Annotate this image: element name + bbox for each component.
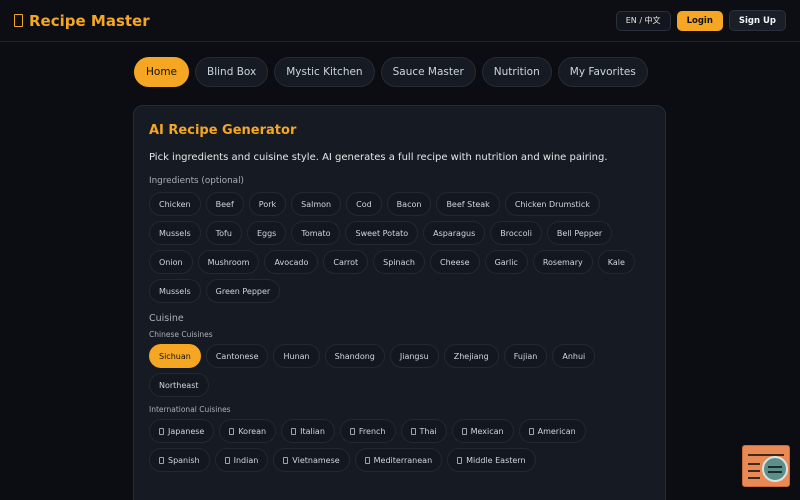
assistant-avatar-icon: [762, 456, 788, 482]
cuisine-chip[interactable]: Anhui: [552, 344, 596, 368]
tab-home[interactable]: Home: [134, 57, 190, 87]
ingredient-chip[interactable]: Bell Pepper: [546, 221, 613, 245]
ingredient-chip[interactable]: Spinach: [373, 250, 425, 274]
ingredient-chip[interactable]: Asparagus: [423, 221, 486, 245]
cuisine-chip[interactable]: Hunan: [273, 344, 320, 368]
cuisine-chip[interactable]: French: [339, 419, 396, 443]
flag-icon: [291, 427, 297, 435]
cuisine-chip[interactable]: Spanish: [149, 448, 210, 472]
login-button[interactable]: Login: [676, 10, 723, 31]
cuisine-chip[interactable]: Vietnamese: [273, 448, 350, 472]
avatar-bar: [768, 466, 782, 468]
ingredient-chip[interactable]: Garlic: [484, 250, 528, 274]
cuisine-chip[interactable]: Italian: [281, 419, 335, 443]
cuisine-chip[interactable]: Shandong: [324, 344, 385, 368]
ingredient-chip[interactable]: Beef Steak: [436, 192, 500, 216]
ingredient-chip[interactable]: Mussels: [149, 279, 201, 303]
cuisine-chip[interactable]: Northeast: [149, 373, 209, 397]
signup-button[interactable]: Sign Up: [728, 10, 786, 31]
ingredient-chip[interactable]: Bacon: [386, 192, 432, 216]
flag-icon: [349, 427, 355, 435]
ingredient-chip[interactable]: Mushroom: [197, 250, 260, 274]
cuisine-chip[interactable]: Fujian: [503, 344, 548, 368]
ingredient-chips: Chicken Beef Pork Salmon Cod Bacon Beef …: [149, 192, 650, 303]
flag-icon: [461, 427, 467, 435]
brand[interactable]: Recipe Master: [14, 12, 150, 30]
fab-line: [748, 477, 760, 479]
tab-sauce-master[interactable]: Sauce Master: [380, 57, 476, 87]
recipe-book-icon: [14, 14, 23, 27]
ingredient-chip[interactable]: Pork: [248, 192, 287, 216]
ingredient-chip[interactable]: Chicken: [149, 192, 201, 216]
flag-icon: [159, 456, 164, 464]
ingredient-chip[interactable]: Beef: [205, 192, 244, 216]
flag-icon: [457, 456, 463, 464]
flag-icon: [283, 456, 289, 464]
cuisine-chip[interactable]: Cantonese: [205, 344, 269, 368]
flag-icon: [159, 427, 164, 435]
app-title: Recipe Master: [29, 11, 150, 30]
tab-my-favorites[interactable]: My Favorites: [557, 57, 648, 87]
recipe-generator-card: AI Recipe Generator Pick ingredients and…: [133, 105, 666, 500]
cuisine-chip-sichuan[interactable]: Sichuan: [149, 344, 201, 368]
flag-icon: [224, 456, 230, 464]
cuisine-label: Cuisine: [149, 313, 184, 324]
ingredient-chip[interactable]: Mussels: [149, 221, 201, 245]
ingredient-chip[interactable]: Cod: [346, 192, 382, 216]
ingredient-chip[interactable]: Eggs: [246, 221, 287, 245]
ingredient-chip[interactable]: Tomato: [291, 221, 341, 245]
generator-description: Pick ingredients and cuisine style. AI g…: [149, 152, 608, 163]
ingredient-chip[interactable]: Tofu: [205, 221, 242, 245]
cuisine-chip[interactable]: Mexican: [451, 419, 514, 443]
cuisine-chip[interactable]: Korean: [219, 419, 277, 443]
international-cuisines-label: International Cuisines: [149, 405, 231, 414]
ingredients-label: Ingredients (optional): [149, 176, 244, 186]
ingredient-chip[interactable]: Rosemary: [532, 250, 593, 274]
generator-title: AI Recipe Generator: [149, 123, 297, 138]
cuisine-chip[interactable]: Japanese: [149, 419, 215, 443]
flag-icon: [229, 427, 235, 435]
ingredient-chip[interactable]: Sweet Potato: [345, 221, 419, 245]
fab-line: [748, 463, 760, 465]
app-header: Recipe Master EN / 中文 Login Sign Up: [0, 0, 800, 42]
cuisine-chip[interactable]: Zhejiang: [443, 344, 499, 368]
header-actions: EN / 中文 Login Sign Up: [615, 10, 786, 31]
code-assistant-icon[interactable]: [742, 445, 790, 487]
chinese-cuisine-chips: Sichuan Cantonese Hunan Shandong Jiangsu…: [149, 344, 650, 397]
cuisine-chip[interactable]: American: [518, 419, 586, 443]
ingredient-chip[interactable]: Salmon: [291, 192, 342, 216]
cuisine-chip[interactable]: Jiangsu: [389, 344, 439, 368]
tab-blind-box[interactable]: Blind Box: [195, 57, 269, 87]
cuisine-chip[interactable]: Mediterranean: [354, 448, 443, 472]
cuisine-chip[interactable]: Indian: [214, 448, 269, 472]
fab-line: [748, 470, 760, 472]
ingredient-chip[interactable]: Carrot: [323, 250, 369, 274]
ingredient-chip[interactable]: Avocado: [264, 250, 319, 274]
ingredient-chip[interactable]: Kale: [597, 250, 635, 274]
flag-icon: [364, 456, 370, 464]
tab-mystic-kitchen[interactable]: Mystic Kitchen: [274, 57, 375, 87]
ingredient-chip[interactable]: Cheese: [429, 250, 480, 274]
cuisine-chip[interactable]: Thai: [400, 419, 447, 443]
ingredient-chip[interactable]: Green Pepper: [205, 279, 281, 303]
cuisine-chip[interactable]: Middle Eastern: [447, 448, 536, 472]
flag-icon: [528, 427, 534, 435]
ingredient-chip[interactable]: Chicken Drumstick: [504, 192, 600, 216]
international-cuisine-chips: Japanese Korean Italian French Thai Mexi…: [149, 419, 650, 472]
main-nav: Home Blind Box Mystic Kitchen Sauce Mast…: [134, 57, 648, 87]
avatar-bar: [768, 471, 782, 473]
tab-nutrition[interactable]: Nutrition: [481, 57, 552, 87]
chinese-cuisines-label: Chinese Cuisines: [149, 330, 213, 339]
flag-icon: [410, 427, 416, 435]
language-toggle-button[interactable]: EN / 中文: [615, 10, 671, 31]
ingredient-chip[interactable]: Broccoli: [490, 221, 542, 245]
ingredient-chip[interactable]: Onion: [149, 250, 193, 274]
